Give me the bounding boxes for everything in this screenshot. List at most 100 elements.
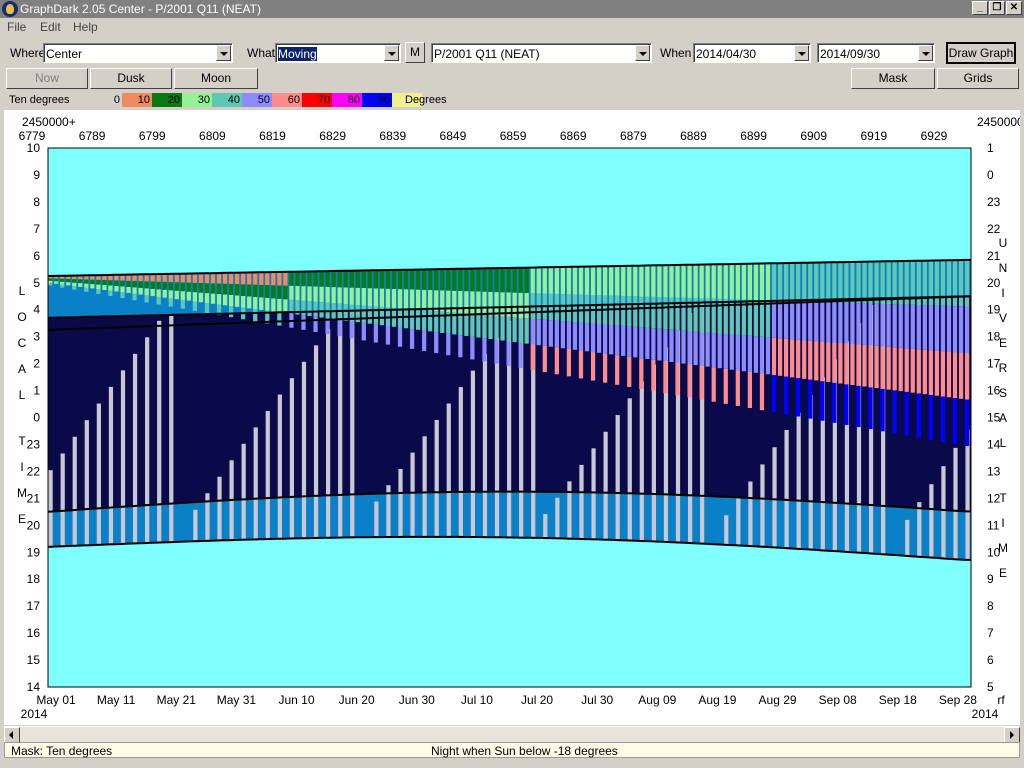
altitude-cell	[832, 382, 837, 423]
graph-area[interactable]: 2450000+2450000+677967896799680968196829…	[4, 110, 1020, 725]
altitude-cell	[687, 331, 692, 365]
altitude-cell	[210, 273, 216, 284]
twilight-cell	[645, 493, 652, 542]
corner-label: rf	[997, 693, 1005, 707]
scroll-right-icon[interactable]	[1004, 727, 1020, 743]
altitude-cell	[633, 326, 638, 358]
dusk-button[interactable]: Dusk	[90, 68, 172, 89]
altitude-cell	[434, 311, 439, 333]
altitude-cell	[645, 327, 650, 359]
jd-tick-label: 6789	[79, 129, 106, 143]
altitude-cell	[241, 295, 246, 308]
mask-button[interactable]: Mask	[851, 68, 935, 89]
moonlight-cell	[724, 515, 729, 545]
close-button[interactable]: ✕	[1006, 1, 1022, 15]
ut-title-letter: S	[999, 386, 1007, 400]
altitude-cell	[790, 301, 795, 340]
altitude-cell	[307, 271, 312, 287]
restore-button[interactable]: ❐	[989, 1, 1005, 15]
altitude-cell	[615, 295, 620, 326]
jd-tick-label: 6879	[620, 129, 647, 143]
chevron-down-icon[interactable]	[384, 45, 399, 61]
altitude-cell	[434, 269, 439, 291]
altitude-cell	[765, 337, 771, 375]
altitude-cell	[566, 266, 572, 295]
end-date-select[interactable]: 2014/09/30	[817, 43, 935, 63]
night-cell	[114, 316, 121, 508]
altitude-cell	[120, 292, 125, 299]
now-button[interactable]: Now	[6, 68, 88, 89]
altitude-cell	[542, 319, 547, 346]
altitude-cell	[216, 273, 222, 284]
altitude-cell	[759, 300, 765, 337]
altitude-cell	[868, 345, 873, 388]
twilight-cell	[126, 506, 133, 544]
altitude-cell	[747, 263, 753, 300]
date-tick-label: Sep 08	[819, 693, 857, 707]
altitude-cell	[494, 292, 499, 316]
altitude-cell	[518, 342, 523, 368]
grids-button[interactable]: Grids	[937, 68, 1019, 89]
altitude-cell	[373, 288, 378, 307]
menu-edit[interactable]: Edit	[40, 20, 61, 34]
start-date-select[interactable]: 2014/04/30	[693, 43, 811, 63]
night-cell	[186, 314, 194, 503]
what-select[interactable]: Moving	[275, 43, 401, 63]
moonlight-cell	[48, 470, 53, 547]
menu-file[interactable]: File	[7, 20, 26, 34]
ut-title-letter: M	[998, 541, 1008, 555]
date-tick-label: Jun 30	[399, 693, 435, 707]
twilight-cell	[621, 493, 628, 541]
ut-tick: 9	[987, 572, 994, 586]
draw-graph-button[interactable]: Draw Graph	[946, 42, 1016, 64]
legend-swatch: 30	[182, 93, 212, 107]
horizontal-scrollbar[interactable]	[4, 726, 1020, 743]
altitude-cell	[186, 282, 191, 292]
minimize-button[interactable]: _	[972, 1, 988, 15]
moonlight-cell	[627, 398, 632, 541]
ut-tick: 0	[987, 168, 994, 182]
altitude-cell	[409, 329, 415, 349]
menu-help[interactable]: Help	[73, 20, 98, 34]
altitude-cell	[156, 289, 161, 297]
altitude-cell	[253, 272, 258, 285]
altitude-cell	[639, 327, 644, 359]
altitude-cell	[826, 302, 831, 343]
scroll-left-icon[interactable]	[4, 727, 20, 743]
altitude-cell	[946, 260, 952, 306]
altitude-cell	[578, 350, 584, 379]
where-select[interactable]: Center	[43, 43, 233, 63]
altitude-cell	[192, 301, 198, 311]
altitude-cell	[844, 302, 849, 344]
chevron-down-icon[interactable]	[216, 45, 231, 61]
altitude-cell	[663, 265, 668, 298]
twilight-cell	[476, 491, 483, 538]
altitude-cell	[832, 302, 837, 343]
where-value: Center	[46, 47, 83, 61]
altitude-cell	[488, 268, 493, 292]
chevron-down-icon[interactable]	[635, 45, 650, 61]
chevron-down-icon[interactable]	[794, 45, 809, 61]
altitude-cell	[681, 264, 686, 298]
twilight-cell	[693, 495, 701, 544]
moonlight-cell	[72, 436, 77, 546]
altitude-cell	[283, 271, 288, 286]
altitude-cell	[228, 294, 234, 307]
altitude-cell	[452, 268, 457, 291]
chevron-down-icon[interactable]	[918, 45, 933, 61]
object-select[interactable]: P/2001 Q11 (NEAT)	[431, 43, 652, 63]
altitude-cell	[627, 356, 632, 387]
altitude-cell	[204, 303, 210, 313]
twilight-cell	[235, 499, 242, 540]
altitude-cell	[470, 268, 475, 292]
night-cell	[343, 310, 351, 495]
altitude-cell	[379, 270, 385, 289]
altitude-cell	[603, 266, 608, 296]
altitude-cell	[325, 271, 330, 287]
altitude-cell	[627, 326, 632, 357]
m-button[interactable]: M	[405, 42, 425, 63]
moon-button[interactable]: Moon	[174, 68, 258, 89]
altitude-cell	[675, 265, 680, 298]
altitude-cell	[892, 347, 897, 391]
altitude-cell	[609, 266, 614, 296]
